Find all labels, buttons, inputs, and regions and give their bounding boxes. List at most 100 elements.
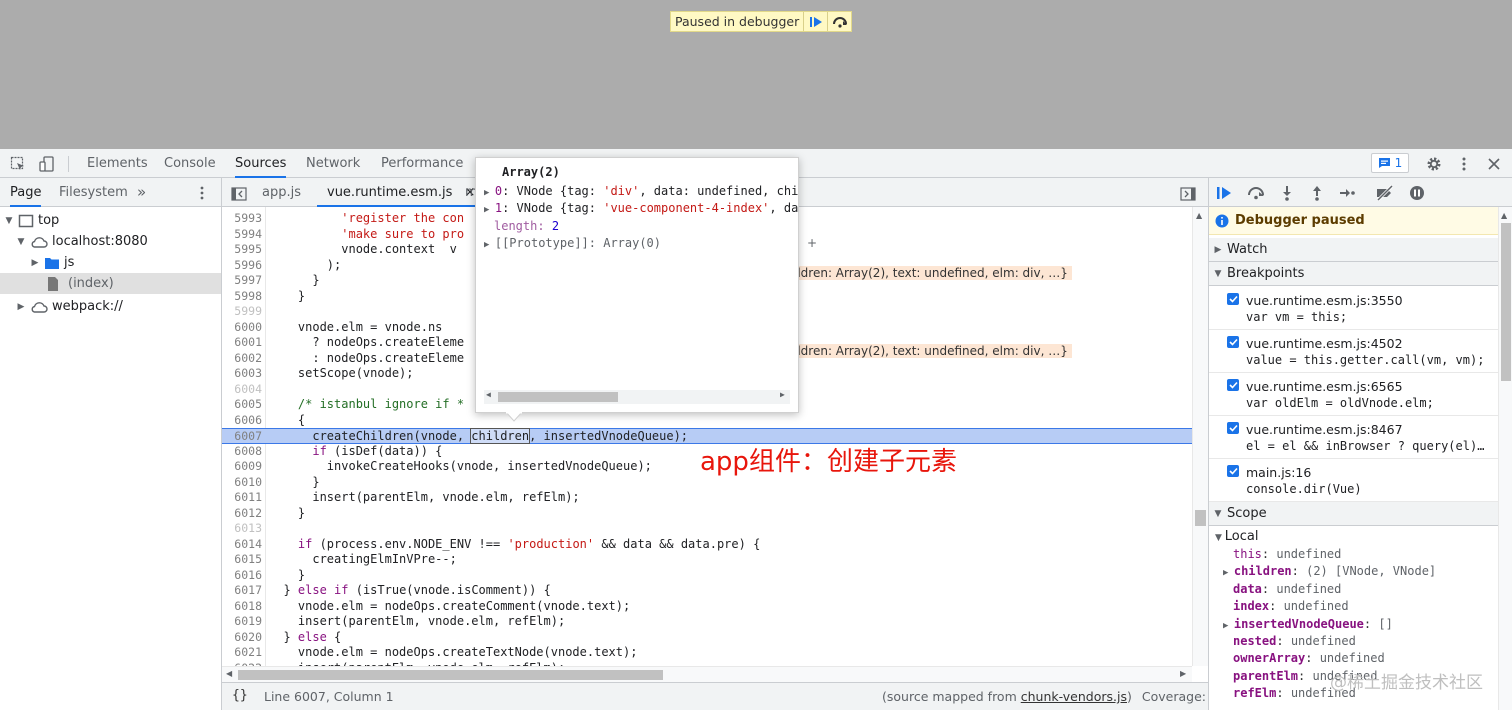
- breakpoint-checkbox[interactable]: [1227, 293, 1239, 305]
- line-number[interactable]: 6020: [222, 630, 262, 646]
- step-over-button[interactable]: [1246, 183, 1266, 203]
- scope-variable[interactable]: data: undefined: [1233, 581, 1341, 599]
- breakpoint-checkbox[interactable]: [1227, 465, 1239, 477]
- scope-local-header[interactable]: ▼ Local: [1215, 528, 1259, 546]
- breakpoint-item[interactable]: vue.runtime.esm.js:4502 value = this.gett…: [1209, 330, 1498, 373]
- popover-row-1[interactable]: ▶ 1: VNode {tag: 'vue-component-4-index'…: [484, 200, 798, 216]
- line-number[interactable]: 6021: [222, 645, 262, 661]
- line-number[interactable]: 6017: [222, 583, 262, 599]
- tree-item-js[interactable]: ▶ js: [0, 252, 221, 273]
- line-number[interactable]: 6015: [222, 552, 262, 568]
- scope-variable[interactable]: ▶ insertedVnodeQueue: []: [1223, 616, 1393, 634]
- step-over-button[interactable]: [827, 12, 851, 31]
- code-line[interactable]: 6006 {: [222, 413, 1192, 429]
- line-number[interactable]: 5998: [222, 289, 262, 305]
- line-number[interactable]: 6019: [222, 614, 262, 630]
- messages-badge[interactable]: 1: [1371, 153, 1409, 173]
- code-line[interactable]: 6012 }: [222, 506, 1192, 522]
- navigator-more-tabs[interactable]: »: [137, 178, 146, 207]
- code-line[interactable]: 6018 vnode.elm = nodeOps.createComment(v…: [222, 599, 1192, 615]
- line-number[interactable]: 6013: [222, 521, 262, 537]
- scroll-thumb[interactable]: [1195, 510, 1206, 526]
- code-line[interactable]: 6016 }: [222, 568, 1192, 584]
- line-number[interactable]: 6002: [222, 351, 262, 367]
- line-number[interactable]: 6003: [222, 366, 262, 382]
- step-out-button[interactable]: [1307, 183, 1327, 203]
- resume-button[interactable]: [1215, 183, 1235, 203]
- tab-performance[interactable]: Performance: [381, 149, 463, 178]
- editor-vertical-scrollbar[interactable]: ▲: [1192, 207, 1208, 666]
- line-number[interactable]: 6016: [222, 568, 262, 584]
- breakpoints-section[interactable]: ▼ Breakpoints: [1209, 262, 1498, 286]
- tab-console[interactable]: Console: [164, 149, 216, 178]
- line-number[interactable]: 5999: [222, 304, 262, 320]
- line-number[interactable]: 5993: [222, 211, 262, 227]
- popover-prototype-row[interactable]: ▶ [[Prototype]]: Array(0): [484, 235, 661, 251]
- more-options-icon[interactable]: [1455, 155, 1473, 173]
- line-number[interactable]: 5997: [222, 273, 262, 289]
- line-number[interactable]: 5994: [222, 227, 262, 243]
- h-scroll-thumb[interactable]: [238, 670, 663, 680]
- line-number[interactable]: 6001: [222, 335, 262, 351]
- line-number[interactable]: 6000: [222, 320, 262, 336]
- scope-variable[interactable]: ▶ children: (2) [VNode, VNode]: [1223, 563, 1436, 581]
- step-button[interactable]: [1337, 183, 1357, 203]
- popover-scrollbar[interactable]: ◀ ▶: [484, 390, 790, 404]
- line-number[interactable]: 6011: [222, 490, 262, 506]
- line-number[interactable]: 6012: [222, 506, 262, 522]
- pause-on-exceptions-button[interactable]: [1407, 183, 1427, 203]
- toggle-navigator-icon[interactable]: [231, 184, 247, 202]
- breakpoint-item[interactable]: vue.runtime.esm.js:6565 var oldElm = oldV…: [1209, 373, 1498, 416]
- inspect-element-icon[interactable]: [9, 155, 27, 173]
- breakpoint-checkbox[interactable]: [1227, 422, 1239, 434]
- scope-variable[interactable]: nested: undefined: [1233, 633, 1356, 651]
- tab-sources[interactable]: Sources: [235, 149, 287, 178]
- line-number[interactable]: 6008: [222, 444, 262, 460]
- code-line[interactable]: 6013: [222, 521, 1192, 537]
- tree-item-index[interactable]: (index): [0, 273, 221, 294]
- code-line[interactable]: 6015 creatingElmInVPre--;: [222, 552, 1192, 568]
- file-tab-app-js[interactable]: app.js: [262, 178, 301, 207]
- line-number[interactable]: 6007: [222, 429, 262, 445]
- scope-variable[interactable]: ownerArray: undefined: [1233, 650, 1385, 668]
- code-line[interactable]: 6019 insert(parentElm, vnode.elm, refElm…: [222, 614, 1192, 630]
- step-into-button[interactable]: [1277, 183, 1297, 203]
- line-number[interactable]: 6010: [222, 475, 262, 491]
- resume-button[interactable]: [803, 12, 827, 31]
- tree-item-top[interactable]: ▼ top: [0, 210, 221, 231]
- tree-item-webpack[interactable]: ▶ webpack://: [0, 296, 221, 317]
- sidebar-scrollbar[interactable]: ▲: [1498, 207, 1512, 710]
- pretty-print-icon[interactable]: {}: [232, 688, 248, 703]
- device-toolbar-icon[interactable]: [38, 155, 56, 173]
- tree-item-localhost[interactable]: ▼ localhost:8080: [0, 231, 221, 252]
- code-line[interactable]: 6014 if (process.env.NODE_ENV !== 'produ…: [222, 537, 1192, 553]
- navigator-tab-page[interactable]: Page: [10, 178, 42, 207]
- breakpoint-checkbox[interactable]: [1227, 336, 1239, 348]
- line-number[interactable]: 6009: [222, 459, 262, 475]
- code-line[interactable]: 6020 } else {: [222, 630, 1192, 646]
- watch-section[interactable]: ▶ Watch: [1209, 238, 1498, 262]
- file-tab-vue-runtime[interactable]: vue.runtime.esm.js ×: [317, 178, 486, 207]
- close-devtools-icon[interactable]: [1485, 155, 1503, 173]
- source-map-link[interactable]: chunk-vendors.js: [1021, 689, 1127, 704]
- sidebar-scroll-thumb[interactable]: [1501, 223, 1511, 381]
- line-number[interactable]: 6004: [222, 382, 262, 398]
- code-line[interactable]: 6021 vnode.elm = nodeOps.createTextNode(…: [222, 645, 1192, 661]
- line-number[interactable]: 5996: [222, 258, 262, 274]
- breakpoint-item[interactable]: vue.runtime.esm.js:8467 el = el && inBrow…: [1209, 416, 1498, 459]
- settings-gear-icon[interactable]: [1425, 155, 1443, 173]
- breakpoint-item[interactable]: main.js:16 console.dir(Vue): [1209, 459, 1498, 502]
- breakpoint-checkbox[interactable]: [1227, 379, 1239, 391]
- toggle-debugger-icon[interactable]: [1180, 184, 1196, 202]
- line-number[interactable]: 6014: [222, 537, 262, 553]
- scope-variable[interactable]: index: undefined: [1233, 598, 1349, 616]
- line-number[interactable]: 6005: [222, 397, 262, 413]
- scope-variable[interactable]: this: undefined: [1233, 546, 1341, 564]
- tab-elements[interactable]: Elements: [87, 149, 148, 178]
- line-number[interactable]: 5995: [222, 242, 262, 258]
- deactivate-breakpoints-button[interactable]: [1375, 183, 1395, 203]
- editor-horizontal-scrollbar[interactable]: ◀ ▶: [222, 666, 1192, 682]
- code-line[interactable]: 6011 insert(parentElm, vnode.elm, refElm…: [222, 490, 1192, 506]
- line-number[interactable]: 6018: [222, 599, 262, 615]
- breakpoint-item[interactable]: vue.runtime.esm.js:3550 var vm = this;: [1209, 287, 1498, 330]
